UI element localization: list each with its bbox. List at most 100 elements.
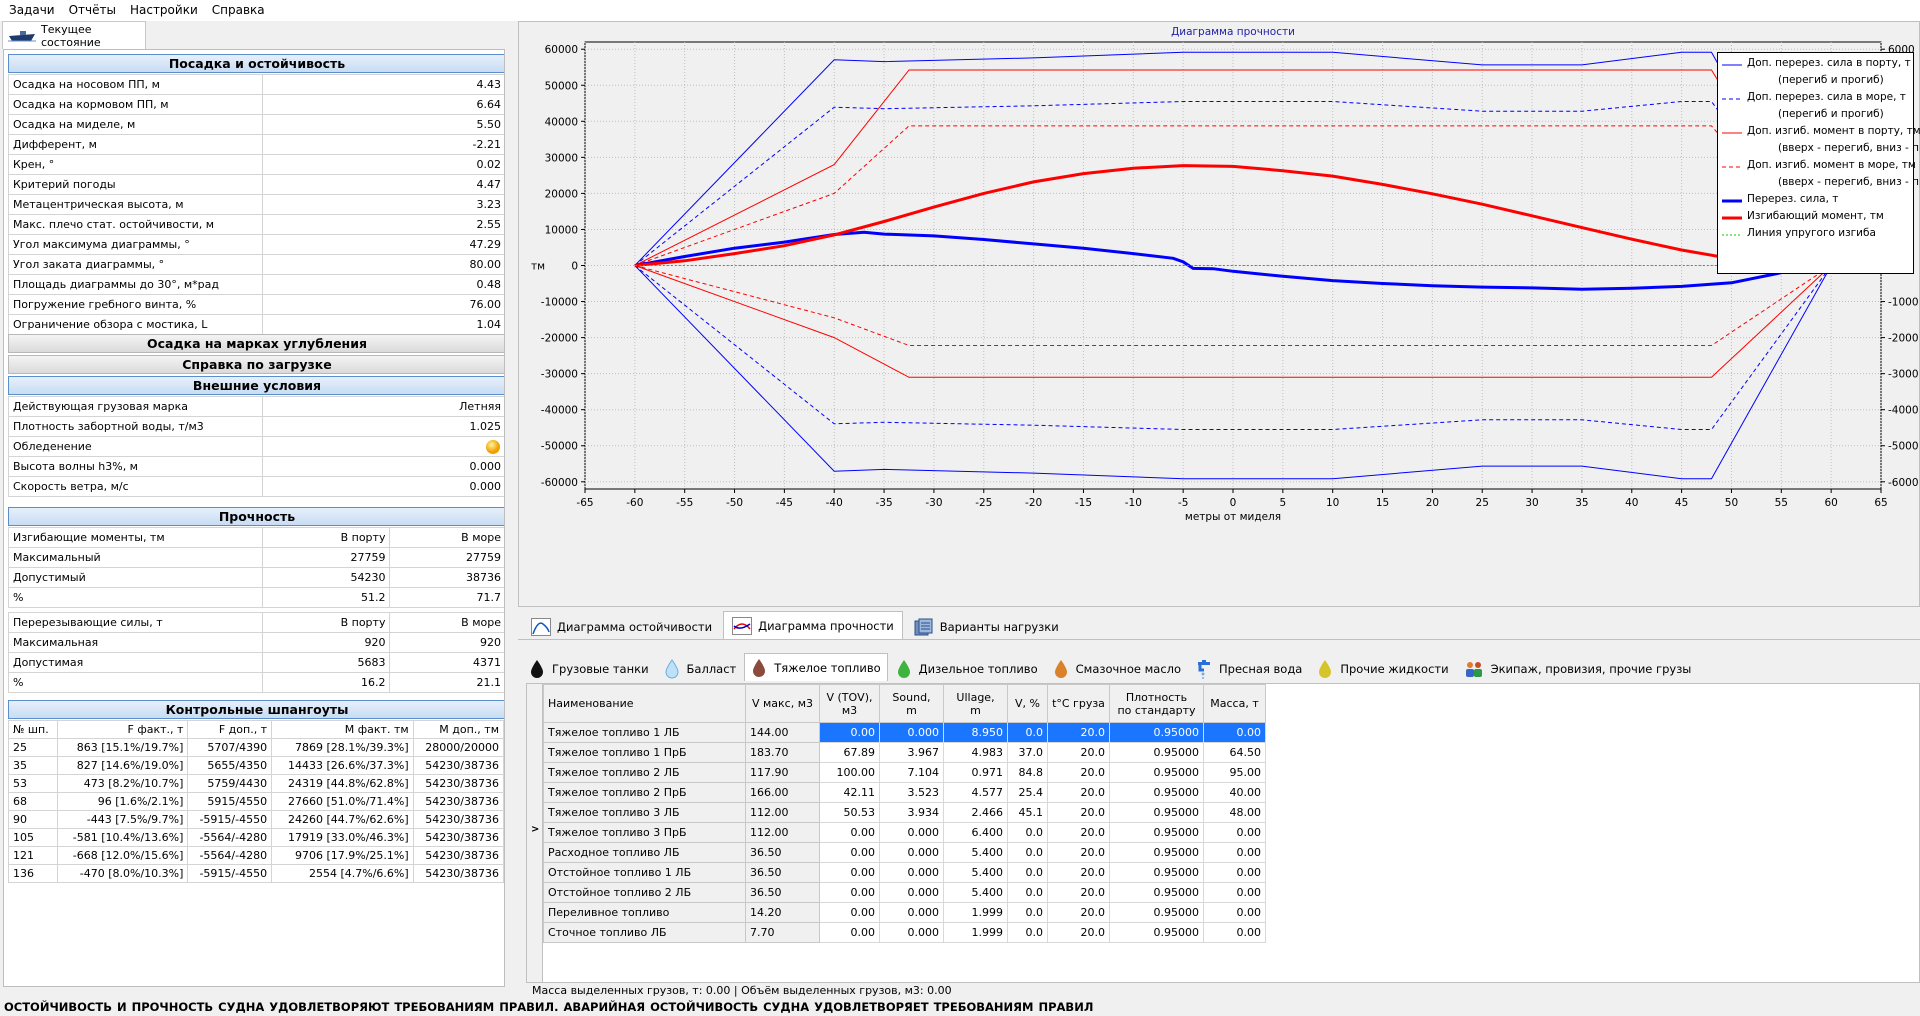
grid-cell[interactable]: 0.00 bbox=[819, 902, 880, 923]
grid-cell[interactable]: 3.934 bbox=[879, 802, 944, 823]
grid-header-cell[interactable]: Масса, т bbox=[1203, 684, 1266, 723]
grid-cell[interactable]: 0.000 bbox=[879, 902, 944, 923]
table-row[interactable]: Тяжелое топливо 1 ПрБ 183.70 67.89 3.967 4.9… bbox=[543, 742, 1266, 763]
table-row[interactable]: Тяжелое топливо 1 ЛБ 144.00 0.00 0.000 8.950… bbox=[543, 722, 1266, 743]
grid-cell[interactable]: 0.95000 bbox=[1109, 902, 1204, 923]
table-row[interactable]: Тяжелое топливо 2 ЛБ 117.90 100.00 7.104 0.9… bbox=[543, 762, 1266, 783]
menu-help[interactable]: Справка bbox=[205, 0, 272, 21]
grid-cell[interactable]: 0.0 bbox=[1007, 922, 1048, 943]
table-row[interactable]: Сточное топливо ЛБ 7.70 0.00 0.000 1.999 0.0 2… bbox=[543, 922, 1266, 943]
control-frames-header[interactable]: Контрольные шпангоуты bbox=[8, 700, 504, 719]
grid-cell[interactable]: 0.000 bbox=[879, 882, 944, 903]
table-row[interactable]: Отстойное топливо 2 ЛБ 36.50 0.00 0.000 5.40… bbox=[543, 882, 1266, 903]
frame-row[interactable]: 25 863 [15.1%/19.7%] 5707/4390 7869 [28.1%/… bbox=[8, 738, 504, 757]
grid-cell[interactable]: 0.000 bbox=[879, 842, 944, 863]
grid-cell[interactable]: 20.0 bbox=[1047, 922, 1110, 943]
grid-cell[interactable]: 0.971 bbox=[943, 762, 1008, 783]
grid-cell[interactable]: 0.00 bbox=[1203, 882, 1266, 903]
grid-cell[interactable]: 0.95000 bbox=[1109, 882, 1204, 903]
grid-cell[interactable]: 8.950 bbox=[943, 722, 1008, 743]
tab-lube-oil[interactable]: Смазочное масло bbox=[1046, 655, 1188, 681]
frame-row[interactable]: 105 -581 [10.4%/13.6%] -5564/-4280 17919 [3… bbox=[8, 828, 504, 847]
grid-cell[interactable]: 0.00 bbox=[819, 822, 880, 843]
grid-cell[interactable]: 0.95000 bbox=[1109, 762, 1204, 783]
grid-cell[interactable]: 37.0 bbox=[1007, 742, 1048, 763]
grid-cell[interactable]: 4.983 bbox=[943, 742, 1008, 763]
grid-cell[interactable]: 67.89 bbox=[819, 742, 880, 763]
grid-cell[interactable]: 42.11 bbox=[819, 782, 880, 803]
external-conditions-header[interactable]: Внешние условия bbox=[8, 376, 504, 395]
tab-loading-variants[interactable]: Варианты нагрузки bbox=[905, 613, 1068, 639]
tab-other-liquids[interactable]: Прочие жидкости bbox=[1310, 655, 1455, 681]
grid-cell[interactable]: 0.00 bbox=[819, 882, 880, 903]
grid-cell[interactable]: 20.0 bbox=[1047, 742, 1110, 763]
grid-cell[interactable]: 64.50 bbox=[1203, 742, 1266, 763]
vertical-splitter[interactable] bbox=[510, 21, 518, 1001]
grid-cell[interactable]: 20.0 bbox=[1047, 842, 1110, 863]
grid-cell[interactable]: 0.95000 bbox=[1109, 782, 1204, 803]
grid-header-cell[interactable]: Плотность по стандарту bbox=[1109, 684, 1204, 723]
tab-ballast[interactable]: Балласт bbox=[657, 655, 744, 681]
grid-cell[interactable]: 0.95000 bbox=[1109, 822, 1204, 843]
table-row[interactable]: Отстойное топливо 1 ЛБ 36.50 0.00 0.000 5.40… bbox=[543, 862, 1266, 883]
grid-cell[interactable]: 0.0 bbox=[1007, 902, 1048, 923]
frame-row[interactable]: 35 827 [14.6%/19.0%] 5655/4350 14433 [26.6%… bbox=[8, 756, 504, 775]
grid-cell[interactable]: 0.0 bbox=[1007, 722, 1048, 743]
grid-header-cell[interactable]: t°C груза bbox=[1047, 684, 1110, 723]
grid-cell[interactable]: 0.95000 bbox=[1109, 802, 1204, 823]
grid-cell[interactable]: 4.577 bbox=[943, 782, 1008, 803]
table-row[interactable]: Тяжелое топливо 3 ЛБ 112.00 50.53 3.934 2.46… bbox=[543, 802, 1266, 823]
grid-cell[interactable]: 0.0 bbox=[1007, 822, 1048, 843]
grid-cell[interactable]: 0.00 bbox=[819, 922, 880, 943]
grid-cell[interactable]: 20.0 bbox=[1047, 882, 1110, 903]
grid-header-cell[interactable]: Ullage, m bbox=[943, 684, 1008, 723]
frame-row[interactable]: 68 96 [1.6%/2.1%] 5915/4550 27660 [51.0%/71… bbox=[8, 792, 504, 811]
grid-cell[interactable]: 0.00 bbox=[819, 722, 880, 743]
grid-header-cell[interactable]: Наименование bbox=[543, 684, 746, 723]
table-row[interactable]: Тяжелое топливо 3 ПрБ 112.00 0.00 0.000 6.40… bbox=[543, 822, 1266, 843]
grid-header-cell[interactable]: V макс, м3 bbox=[745, 684, 820, 723]
tab-crew-provisions[interactable]: Экипаж, провизия, прочие грузы bbox=[1457, 655, 1699, 681]
grid-cell[interactable]: 7.104 bbox=[879, 762, 944, 783]
grid-cell[interactable]: 0.00 bbox=[1203, 862, 1266, 883]
grid-cell[interactable]: 0.0 bbox=[1007, 882, 1048, 903]
table-row[interactable]: Переливное топливо 14.20 0.00 0.000 1.999 0.0… bbox=[543, 902, 1266, 923]
grid-cell[interactable]: 0.00 bbox=[819, 862, 880, 883]
grid-cell[interactable]: 0.00 bbox=[1203, 822, 1266, 843]
grid-header-cell[interactable]: Sound, m bbox=[879, 684, 944, 723]
grid-cell[interactable]: 0.000 bbox=[879, 862, 944, 883]
tab-current-state[interactable]: Текущее состояние bbox=[2, 21, 146, 49]
grid-cell[interactable]: 20.0 bbox=[1047, 762, 1110, 783]
tab-cargo-tanks[interactable]: Грузовые танки bbox=[522, 655, 656, 681]
grid-cell[interactable]: 0.95000 bbox=[1109, 922, 1204, 943]
grid-cell[interactable]: 0.00 bbox=[819, 842, 880, 863]
grid-cell[interactable]: 40.00 bbox=[1203, 782, 1266, 803]
grid-cell[interactable]: 0.95000 bbox=[1109, 862, 1204, 883]
grid-cell[interactable]: 0.000 bbox=[879, 922, 944, 943]
grid-cell[interactable]: 0.00 bbox=[1203, 722, 1266, 743]
grid-cell[interactable]: 0.95000 bbox=[1109, 722, 1204, 743]
grid-cell[interactable]: 0.000 bbox=[879, 822, 944, 843]
menu-reports[interactable]: Отчёты bbox=[62, 0, 123, 21]
draft-marks-header[interactable]: Осадка на марках углубления bbox=[8, 334, 504, 353]
grid-cell[interactable]: 20.0 bbox=[1047, 802, 1110, 823]
grid-cell[interactable]: 50.53 bbox=[819, 802, 880, 823]
strength-header[interactable]: Прочность bbox=[8, 507, 504, 526]
grid-cell[interactable]: 5.400 bbox=[943, 842, 1008, 863]
tab-strength-diagram[interactable]: Диаграмма прочности bbox=[723, 611, 903, 639]
grid-cell[interactable]: 100.00 bbox=[819, 762, 880, 783]
grid-cell[interactable]: 2.466 bbox=[943, 802, 1008, 823]
horizontal-splitter[interactable] bbox=[518, 644, 1920, 652]
tab-stability-diagram[interactable]: Диаграмма остойчивости bbox=[522, 613, 721, 639]
grid-cell[interactable]: 0.95000 bbox=[1109, 742, 1204, 763]
grid-header-cell[interactable]: V, % bbox=[1007, 684, 1048, 723]
grid-cell[interactable]: 0.00 bbox=[1203, 902, 1266, 923]
menu-settings[interactable]: Настройки bbox=[123, 0, 205, 21]
grid-cell[interactable]: 3.967 bbox=[879, 742, 944, 763]
grid-cell[interactable]: 0.000 bbox=[879, 722, 944, 743]
frame-row[interactable]: 90 -443 [7.5%/9.7%] -5915/-4550 24260 [44.7… bbox=[8, 810, 504, 829]
grid-cell[interactable]: 3.523 bbox=[879, 782, 944, 803]
grid-cell[interactable]: 45.1 bbox=[1007, 802, 1048, 823]
menu-tasks[interactable]: Задачи bbox=[2, 0, 62, 21]
stability-header[interactable]: Посадка и остойчивость bbox=[8, 54, 504, 73]
